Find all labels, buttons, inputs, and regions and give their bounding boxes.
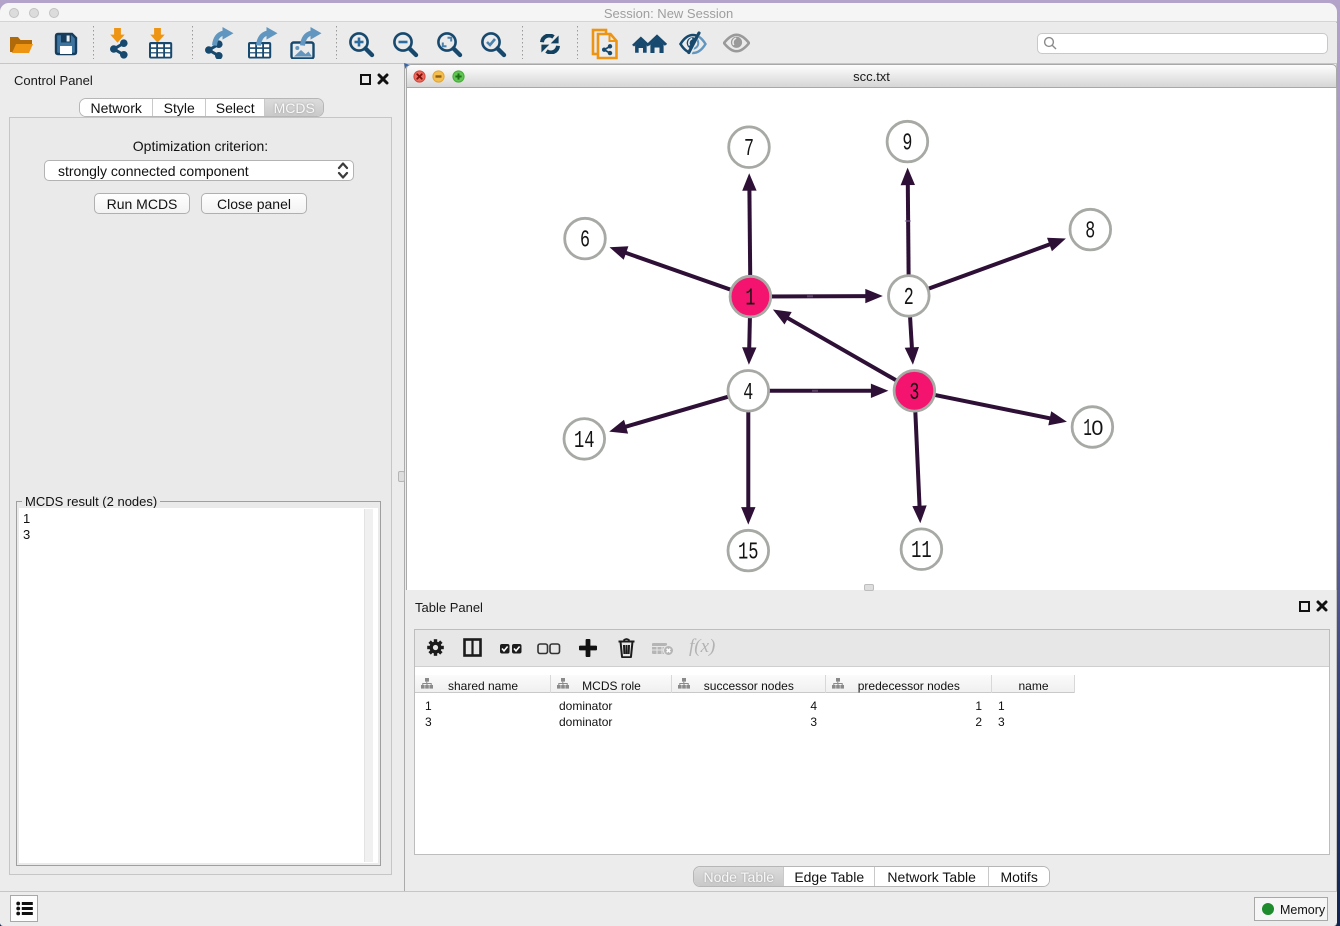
svg-text:14: 14 xyxy=(574,428,595,455)
svg-text:6: 6 xyxy=(580,228,590,255)
svg-text:0: 0 xyxy=(1091,416,1103,440)
svg-text:8: 8 xyxy=(1085,219,1095,246)
svg-text:11: 11 xyxy=(911,538,932,565)
svg-text:4: 4 xyxy=(743,380,753,407)
svg-text:1: 1 xyxy=(745,286,755,313)
svg-text:7: 7 xyxy=(744,136,754,163)
svg-text:3: 3 xyxy=(909,380,919,407)
svg-text:9: 9 xyxy=(902,131,912,158)
svg-text:15: 15 xyxy=(738,540,759,567)
svg-text:2: 2 xyxy=(904,285,914,312)
